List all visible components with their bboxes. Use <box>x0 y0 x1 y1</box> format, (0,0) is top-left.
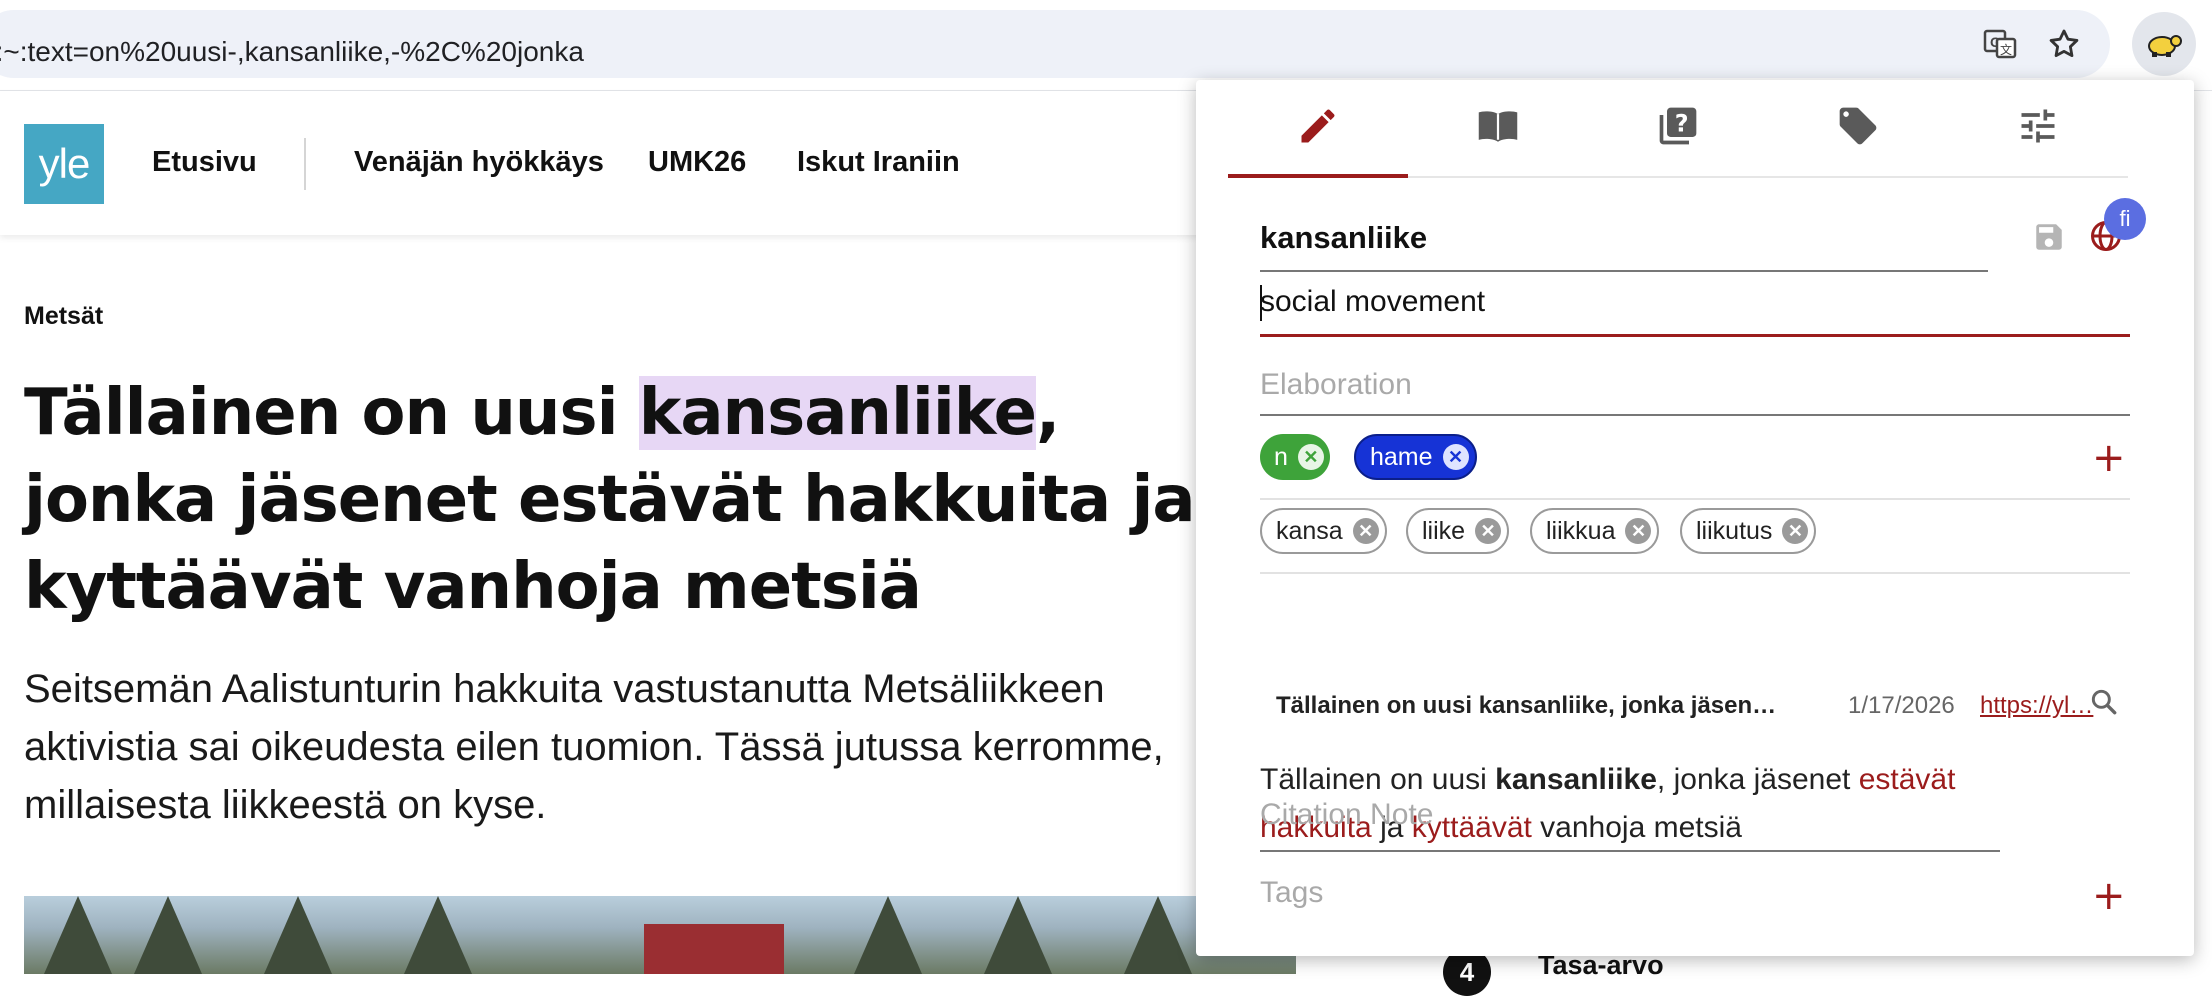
article-lead: Seitsemän Aalistunturin hakkuita vastust… <box>24 667 1164 827</box>
pos-chip[interactable]: hame ✕ <box>1354 434 1477 480</box>
language-badge[interactable]: fi <box>2104 198 2146 240</box>
search-icon[interactable] <box>2088 686 2120 722</box>
url-text[interactable]: #:~:text=on%20uusi-,kansanliike,-%2C%20j… <box>0 36 584 68</box>
tags-input[interactable]: Tags <box>1260 876 1323 910</box>
add-pos-button[interactable]: + <box>2092 438 2126 478</box>
nav-umk26[interactable]: UMK26 <box>648 146 746 179</box>
address-bar[interactable]: #:~:text=on%20uusi-,kansanliike,-%2C%20j… <box>0 10 2110 78</box>
related-chip[interactable]: kansa ✕ <box>1260 508 1387 554</box>
highlighted-term: kansanliike <box>638 376 1037 450</box>
yle-logo[interactable]: yle <box>24 124 104 204</box>
related-chip[interactable]: liikkua ✕ <box>1530 508 1660 554</box>
sentence-text: Tällainen on uusi <box>1260 763 1496 796</box>
article-headline: Tällainen on uusi kansanliike, jonka jäs… <box>24 370 1204 631</box>
divider <box>1260 498 2130 500</box>
translation-underline <box>1260 334 2130 337</box>
remove-chip-icon[interactable]: ✕ <box>1475 518 1502 544</box>
add-tag-button[interactable]: + <box>2092 876 2126 916</box>
divider <box>1260 572 2130 574</box>
sentence-text: , jonka jäsenet <box>1656 763 1859 796</box>
citation-link[interactable]: https://yl… <box>1980 692 2093 720</box>
nav-iskut-iraniin[interactable]: Iskut Iraniin <box>797 146 960 179</box>
sentence-text: vanhoja metsiä <box>1531 811 1742 844</box>
headline-text: Tällainen on uusi <box>24 376 639 450</box>
citation-date: 1/17/2026 <box>1848 692 1955 719</box>
remove-chip-icon[interactable]: ✕ <box>1782 518 1809 544</box>
term-field[interactable]: kansanliike <box>1260 220 1427 256</box>
tab-settings[interactable] <box>1948 80 2128 176</box>
remove-chip-icon[interactable]: ✕ <box>1442 444 1469 470</box>
chip-label: liikkua <box>1546 516 1616 545</box>
sliders-icon <box>2016 104 2060 152</box>
translate-icon[interactable]: G文 <box>1978 22 2022 66</box>
chip-label: liikutus <box>1696 516 1773 545</box>
tab-dictionary[interactable] <box>1408 80 1588 176</box>
chip-label: kansa <box>1276 516 1343 545</box>
nav-etusivu[interactable]: Etusivu <box>152 146 257 179</box>
pencil-icon <box>1296 104 1340 152</box>
text-cursor <box>1260 285 1262 321</box>
elaboration-underline <box>1260 414 2130 416</box>
svg-text:文: 文 <box>2000 42 2012 57</box>
remove-chip-icon[interactable]: ✕ <box>1352 518 1379 544</box>
question-icon: ? <box>1656 104 1700 152</box>
tab-tags[interactable] <box>1768 80 1948 176</box>
citation-note-underline <box>1260 850 2000 852</box>
article-image <box>24 896 1296 974</box>
chip-label: hame <box>1370 442 1433 471</box>
related-chip[interactable]: liike ✕ <box>1406 508 1510 554</box>
browser-toolbar: #:~:text=on%20uusi-,kansanliike,-%2C%20j… <box>0 0 2212 91</box>
extension-popup: ? kansanliike social movement Elaboratio… <box>1196 80 2194 956</box>
remove-chip-icon[interactable]: ✕ <box>1297 444 1324 470</box>
term-underline <box>1260 270 1988 272</box>
remove-chip-icon[interactable]: ✕ <box>1625 518 1652 544</box>
sentence-term: kansanliike <box>1495 763 1657 796</box>
nav-divider <box>304 138 306 190</box>
svg-text:?: ? <box>1675 110 1689 138</box>
turtle-extension-icon[interactable] <box>2132 12 2196 76</box>
sentence-word-link[interactable]: estävät <box>1859 763 1956 796</box>
save-icon[interactable] <box>2032 220 2066 258</box>
elaboration-input[interactable]: Elaboration <box>1260 368 1412 402</box>
tab-questions[interactable]: ? <box>1588 80 1768 176</box>
truck-image <box>644 924 784 974</box>
citation-title: Tällainen on uusi kansanliike, jonka jäs… <box>1276 692 1777 719</box>
translation-input[interactable]: social movement <box>1260 285 1485 319</box>
citation-note-input[interactable]: Citation Note <box>1260 798 1433 832</box>
pos-chip[interactable]: n ✕ <box>1260 434 1330 480</box>
book-icon <box>1474 104 1522 152</box>
star-icon[interactable] <box>2042 22 2086 66</box>
related-chip[interactable]: liikutus ✕ <box>1680 508 1817 554</box>
tag-icon <box>1836 104 1880 152</box>
tab-edit[interactable] <box>1228 80 1408 178</box>
nav-venajan-hyokkays[interactable]: Venäjän hyökkäys <box>354 146 604 179</box>
popup-tabs: ? <box>1228 80 2128 178</box>
article-kicker[interactable]: Metsät <box>24 302 103 331</box>
chip-label: liike <box>1422 516 1466 545</box>
chip-label: n <box>1274 442 1288 471</box>
